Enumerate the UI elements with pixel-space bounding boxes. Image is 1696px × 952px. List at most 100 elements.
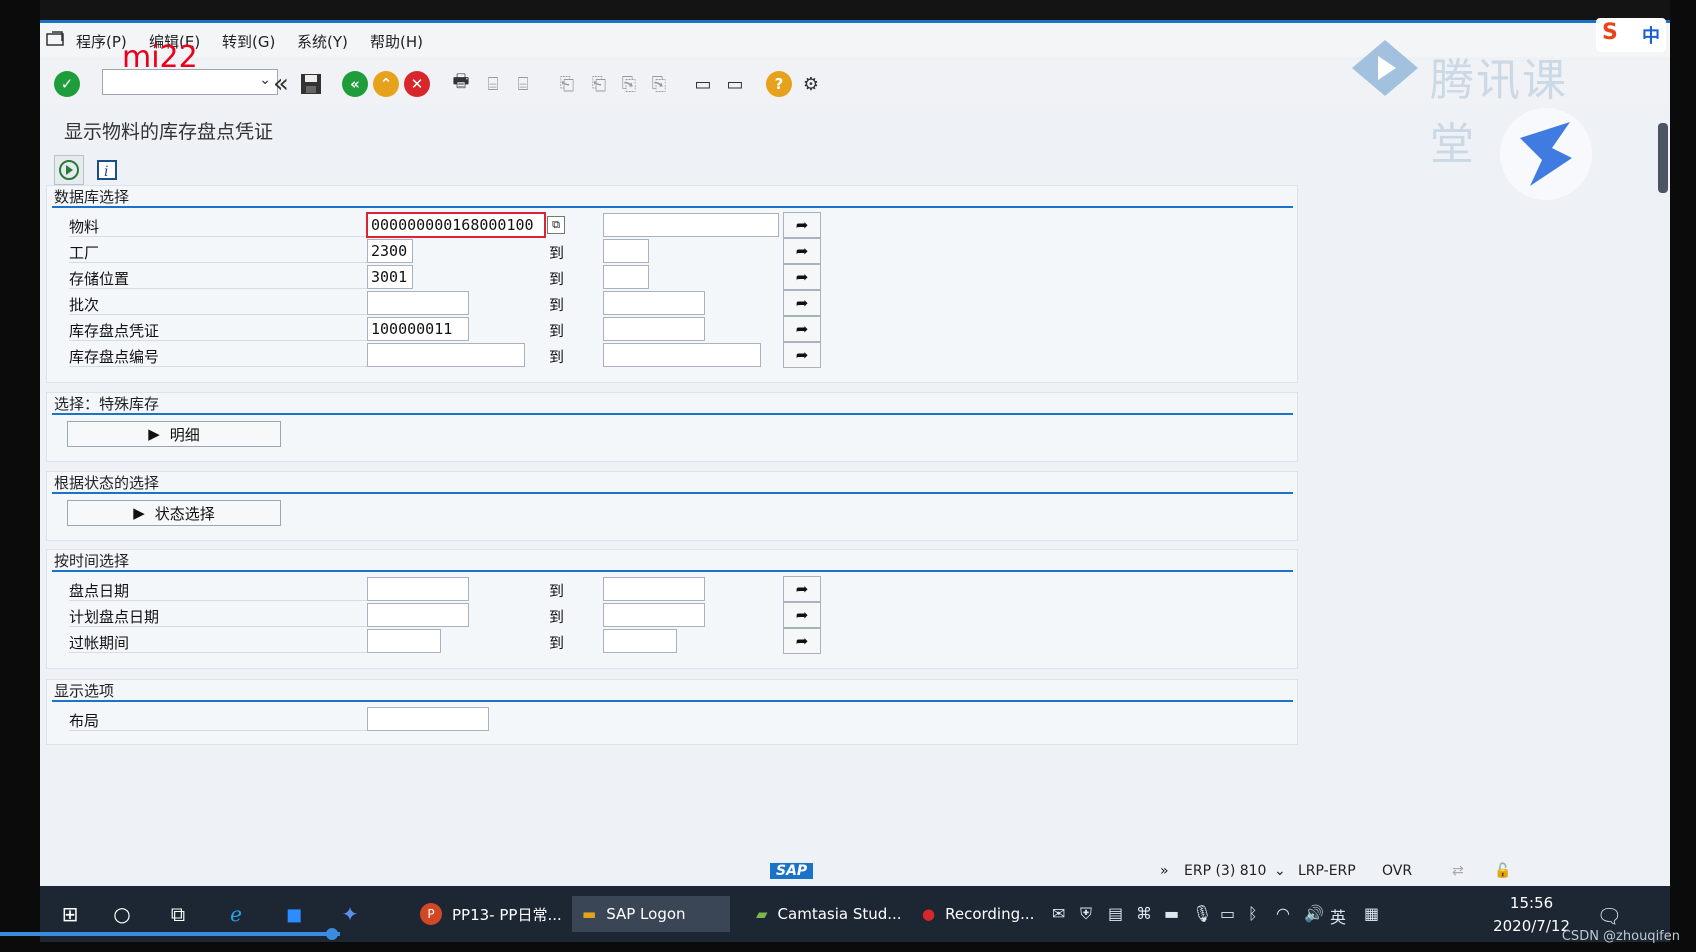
multiple-selection-icon[interactable]: ➦ xyxy=(783,342,821,368)
taskbar-app-camtasia[interactable]: ▰ Camtasia Stud... xyxy=(746,896,912,932)
microphone-icon[interactable]: 🎙 xyxy=(1192,904,1212,923)
multiple-selection-icon[interactable]: ➦ xyxy=(783,212,821,238)
details-button[interactable]: ▶ 明细 xyxy=(67,421,281,447)
gear-icon[interactable]: ⚙ xyxy=(798,71,824,97)
back-icon[interactable]: « xyxy=(342,71,368,97)
posting-period-to-input[interactable] xyxy=(603,629,677,653)
taskbar-app-label: PP13- PP日常... xyxy=(452,905,562,924)
posting-period-from-input[interactable] xyxy=(367,629,441,653)
tray-feishu-icon[interactable]: ✉ xyxy=(1052,904,1065,923)
execute-icon[interactable] xyxy=(54,155,84,185)
bluetooth-icon[interactable]: ᛒ xyxy=(1248,904,1258,923)
multiple-selection-icon[interactable]: ➦ xyxy=(783,264,821,290)
multiple-selection-icon[interactable]: ➦ xyxy=(783,602,821,628)
search-circle-icon[interactable]: ○ xyxy=(108,900,136,928)
lock-icon[interactable]: 🔓 xyxy=(1494,863,1511,879)
enter-check-icon[interactable]: ✓ xyxy=(54,71,80,97)
layout-input[interactable] xyxy=(367,707,489,731)
ime-indicator[interactable]: S 中 xyxy=(1596,18,1666,52)
count-date-from-input[interactable] xyxy=(367,577,469,601)
clock[interactable]: 15:56 2020/7/12 xyxy=(1493,892,1570,938)
storage-location-to-input[interactable] xyxy=(603,265,649,289)
wifi-icon[interactable]: ◠ xyxy=(1276,904,1290,923)
material-to-input[interactable] xyxy=(603,213,779,237)
first-page-icon[interactable]: ⎗ xyxy=(554,71,580,97)
batch-from-input[interactable] xyxy=(367,291,469,315)
search-help-icon[interactable]: ⧉ xyxy=(547,216,565,234)
windows-start-icon[interactable]: ⊞ xyxy=(56,900,84,928)
tray-sap-icon[interactable]: ▬ xyxy=(1164,904,1179,923)
menu-icon[interactable] xyxy=(46,31,66,51)
field-label: 物料 xyxy=(69,216,369,237)
group-divider xyxy=(52,570,1293,572)
info-icon[interactable]: i xyxy=(92,155,122,185)
inventory-document-from-input[interactable]: 100000011 xyxy=(367,317,469,341)
taskbar-app-recording[interactable]: ● Recording... xyxy=(912,896,1044,932)
input-language[interactable]: 英 xyxy=(1330,904,1346,928)
video-progress-knob[interactable] xyxy=(326,928,338,940)
group-title: 数据库选择 xyxy=(54,188,130,206)
expand-status-icon[interactable]: » xyxy=(1160,863,1169,879)
multiple-selection-icon[interactable]: ➦ xyxy=(783,628,821,654)
last-page-icon[interactable]: ⎘ xyxy=(646,71,672,97)
plant-from-input[interactable]: 2300 xyxy=(367,239,413,263)
group-divider xyxy=(52,413,1293,415)
powerpoint-icon: P xyxy=(420,903,442,925)
system-info[interactable]: ERP (3) 810 xyxy=(1184,863,1266,879)
status-selection-button[interactable]: ▶ 状态选择 xyxy=(67,500,281,526)
ie-browser-icon[interactable]: ℯ xyxy=(222,900,250,928)
next-page-icon[interactable]: ⎘ xyxy=(616,71,642,97)
cancel-icon[interactable]: ✕ xyxy=(404,71,430,97)
zoom-icon[interactable]: ◼ xyxy=(280,900,308,928)
multiple-selection-icon[interactable]: ➦ xyxy=(783,316,821,342)
storage-location-from-input[interactable]: 3001 xyxy=(367,265,413,289)
find-next-icon[interactable]: ⌸ xyxy=(510,71,536,97)
input-method-grid-icon[interactable]: ▦ xyxy=(1364,904,1379,923)
count-date-to-input[interactable] xyxy=(603,577,705,601)
taskbar-app-sap-logon[interactable]: ▬ SAP Logon xyxy=(572,896,730,932)
vertical-scrollbar[interactable] xyxy=(1658,123,1668,193)
help-icon[interactable]: ? xyxy=(766,71,792,97)
print-icon[interactable]: 🖶 xyxy=(448,71,474,97)
to-label: 到 xyxy=(549,322,565,340)
task-view-icon[interactable]: ⧉ xyxy=(164,900,192,928)
volume-icon[interactable]: 🔊 xyxy=(1304,904,1324,923)
insert-mode[interactable]: OVR xyxy=(1382,863,1412,879)
inventory-number-to-input[interactable] xyxy=(603,343,761,367)
material-from-input[interactable]: 000000000168000100 xyxy=(366,212,546,238)
row-posting-period: 过帐期间 到 ➦ xyxy=(47,628,1297,654)
field-label: 库存盘点编号 xyxy=(69,346,369,367)
taskbar-app-powerpoint[interactable]: P PP13- PP日常... xyxy=(410,896,572,932)
menu-goto[interactable]: 转到(G) xyxy=(222,31,275,52)
tray-app-icon[interactable]: ▤ xyxy=(1108,904,1123,923)
menu-system[interactable]: 系统(Y) xyxy=(297,31,348,52)
notification-icon[interactable]: 🗨 xyxy=(1597,904,1622,928)
multiple-selection-icon[interactable]: ➦ xyxy=(783,238,821,264)
inventory-number-from-input[interactable] xyxy=(367,343,525,367)
save-icon[interactable] xyxy=(298,71,324,97)
row-planned-count-date: 计划盘点日期 到 ➦ xyxy=(47,602,1297,628)
planned-count-date-from-input[interactable] xyxy=(367,603,469,627)
menu-program[interactable]: 程序(P) xyxy=(76,31,127,52)
shortcut-icon[interactable]: ▭ xyxy=(722,71,748,97)
exit-icon[interactable]: ⌃ xyxy=(373,71,399,97)
menu-help[interactable]: 帮助(H) xyxy=(370,31,423,52)
double-chevron-left-icon[interactable]: « xyxy=(268,69,294,99)
new-session-icon[interactable]: ▭ xyxy=(690,71,716,97)
tray-network-app-icon[interactable]: ⌘ xyxy=(1136,904,1152,923)
chevron-down-icon[interactable]: ⌄ xyxy=(1274,863,1286,879)
video-progress-bar[interactable] xyxy=(0,932,340,936)
group-status-selection: 根据状态的选择 ▶ 状态选择 xyxy=(46,471,1298,541)
find-icon[interactable]: ⌸ xyxy=(480,71,506,97)
battery-icon[interactable]: ▭ xyxy=(1220,904,1235,923)
title-bar xyxy=(40,0,1670,20)
multiple-selection-icon[interactable]: ➦ xyxy=(783,576,821,602)
multiple-selection-icon[interactable]: ➦ xyxy=(783,290,821,316)
planned-count-date-to-input[interactable] xyxy=(603,603,705,627)
feishu-icon[interactable]: ✦ xyxy=(336,900,364,928)
tray-shield-icon[interactable]: ⛨ xyxy=(1080,904,1092,924)
inventory-document-to-input[interactable] xyxy=(603,317,705,341)
plant-to-input[interactable] xyxy=(603,239,649,263)
batch-to-input[interactable] xyxy=(603,291,705,315)
previous-page-icon[interactable]: ⎗ xyxy=(586,71,612,97)
